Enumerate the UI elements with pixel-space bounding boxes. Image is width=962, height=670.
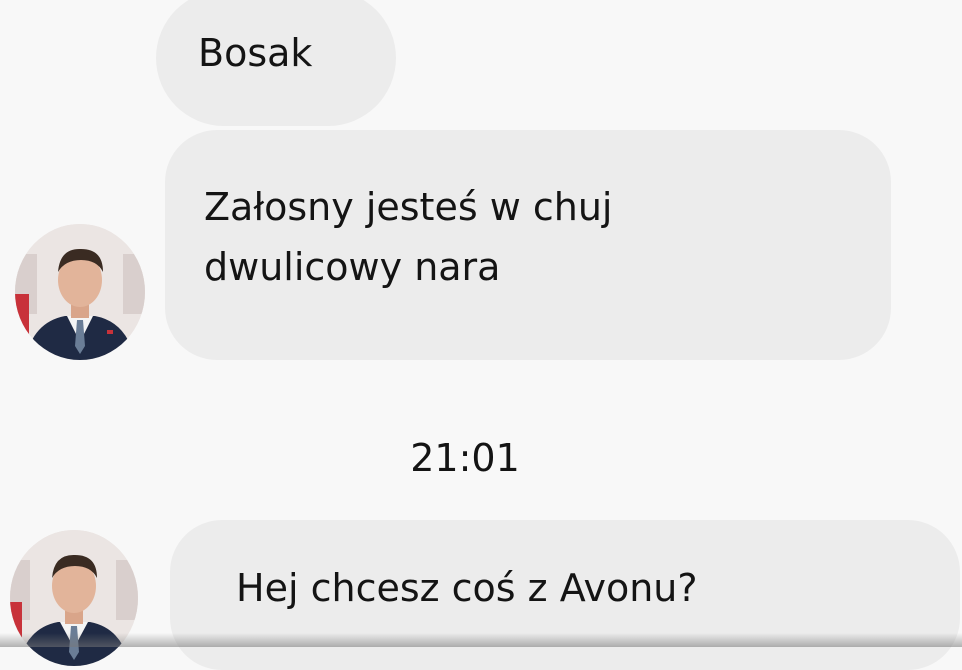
message-text: Bosak — [198, 31, 313, 75]
avatar-photo-icon — [15, 224, 145, 360]
timestamp: 21:01 — [410, 436, 520, 480]
bottom-shadow — [0, 633, 962, 647]
message-text-line-1: Załosny jesteś w chuj — [204, 185, 613, 229]
message-text-line-2: dwulicowy nara — [204, 245, 501, 289]
contact-avatar[interactable] — [15, 224, 145, 360]
message-text: Hej chcesz coś z Avonu? — [236, 566, 698, 610]
